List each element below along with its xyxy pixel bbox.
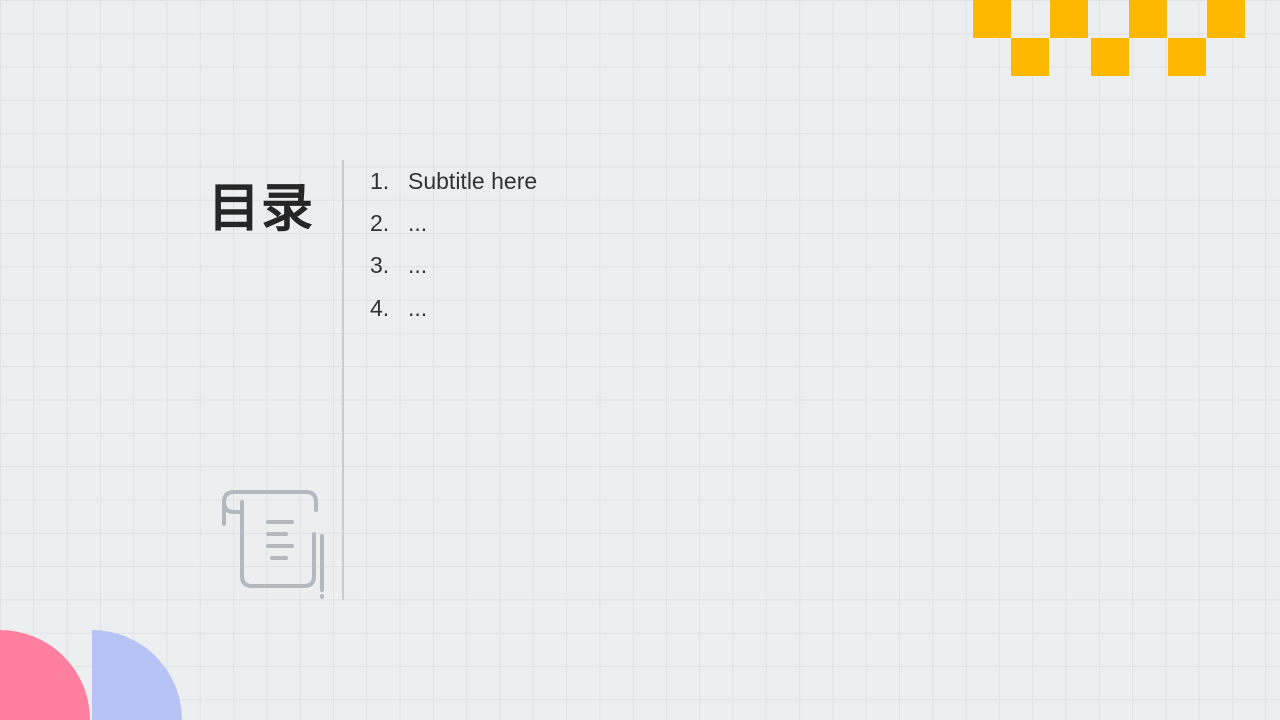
checker-square [1050,0,1088,38]
toc-item-number: 4. [370,294,390,321]
toc-item[interactable]: 2. ... [370,202,537,244]
toc-item-text: Subtitle here [408,167,538,194]
toc-item[interactable]: 1. Subtitle here [370,160,537,202]
toc-item-number: 3. [370,252,390,279]
lavender-semicircle-decoration [92,630,182,720]
vertical-divider [342,160,344,600]
checker-square [1207,0,1245,38]
toc-item-text: ... [408,294,428,321]
checker-square [1129,0,1167,38]
toc-item[interactable]: 4. ... [370,287,537,329]
toc-item-text: ... [408,210,428,237]
checker-square [973,0,1011,38]
toc-item-number: 2. [370,210,390,237]
toc-item-text: ... [408,252,428,279]
checker-square [1091,38,1129,76]
checker-square [1011,38,1049,76]
checker-decoration [973,0,1245,77]
table-of-contents: 1. Subtitle here 2. ... 3. ... 4. ... [370,160,537,330]
scroll-document-icon [222,490,324,599]
pink-semicircle-decoration [0,630,90,720]
checker-square [1168,38,1206,76]
toc-item[interactable]: 3. ... [370,245,537,287]
toc-item-number: 1. [370,167,390,194]
page-title: 目录 [208,179,315,239]
